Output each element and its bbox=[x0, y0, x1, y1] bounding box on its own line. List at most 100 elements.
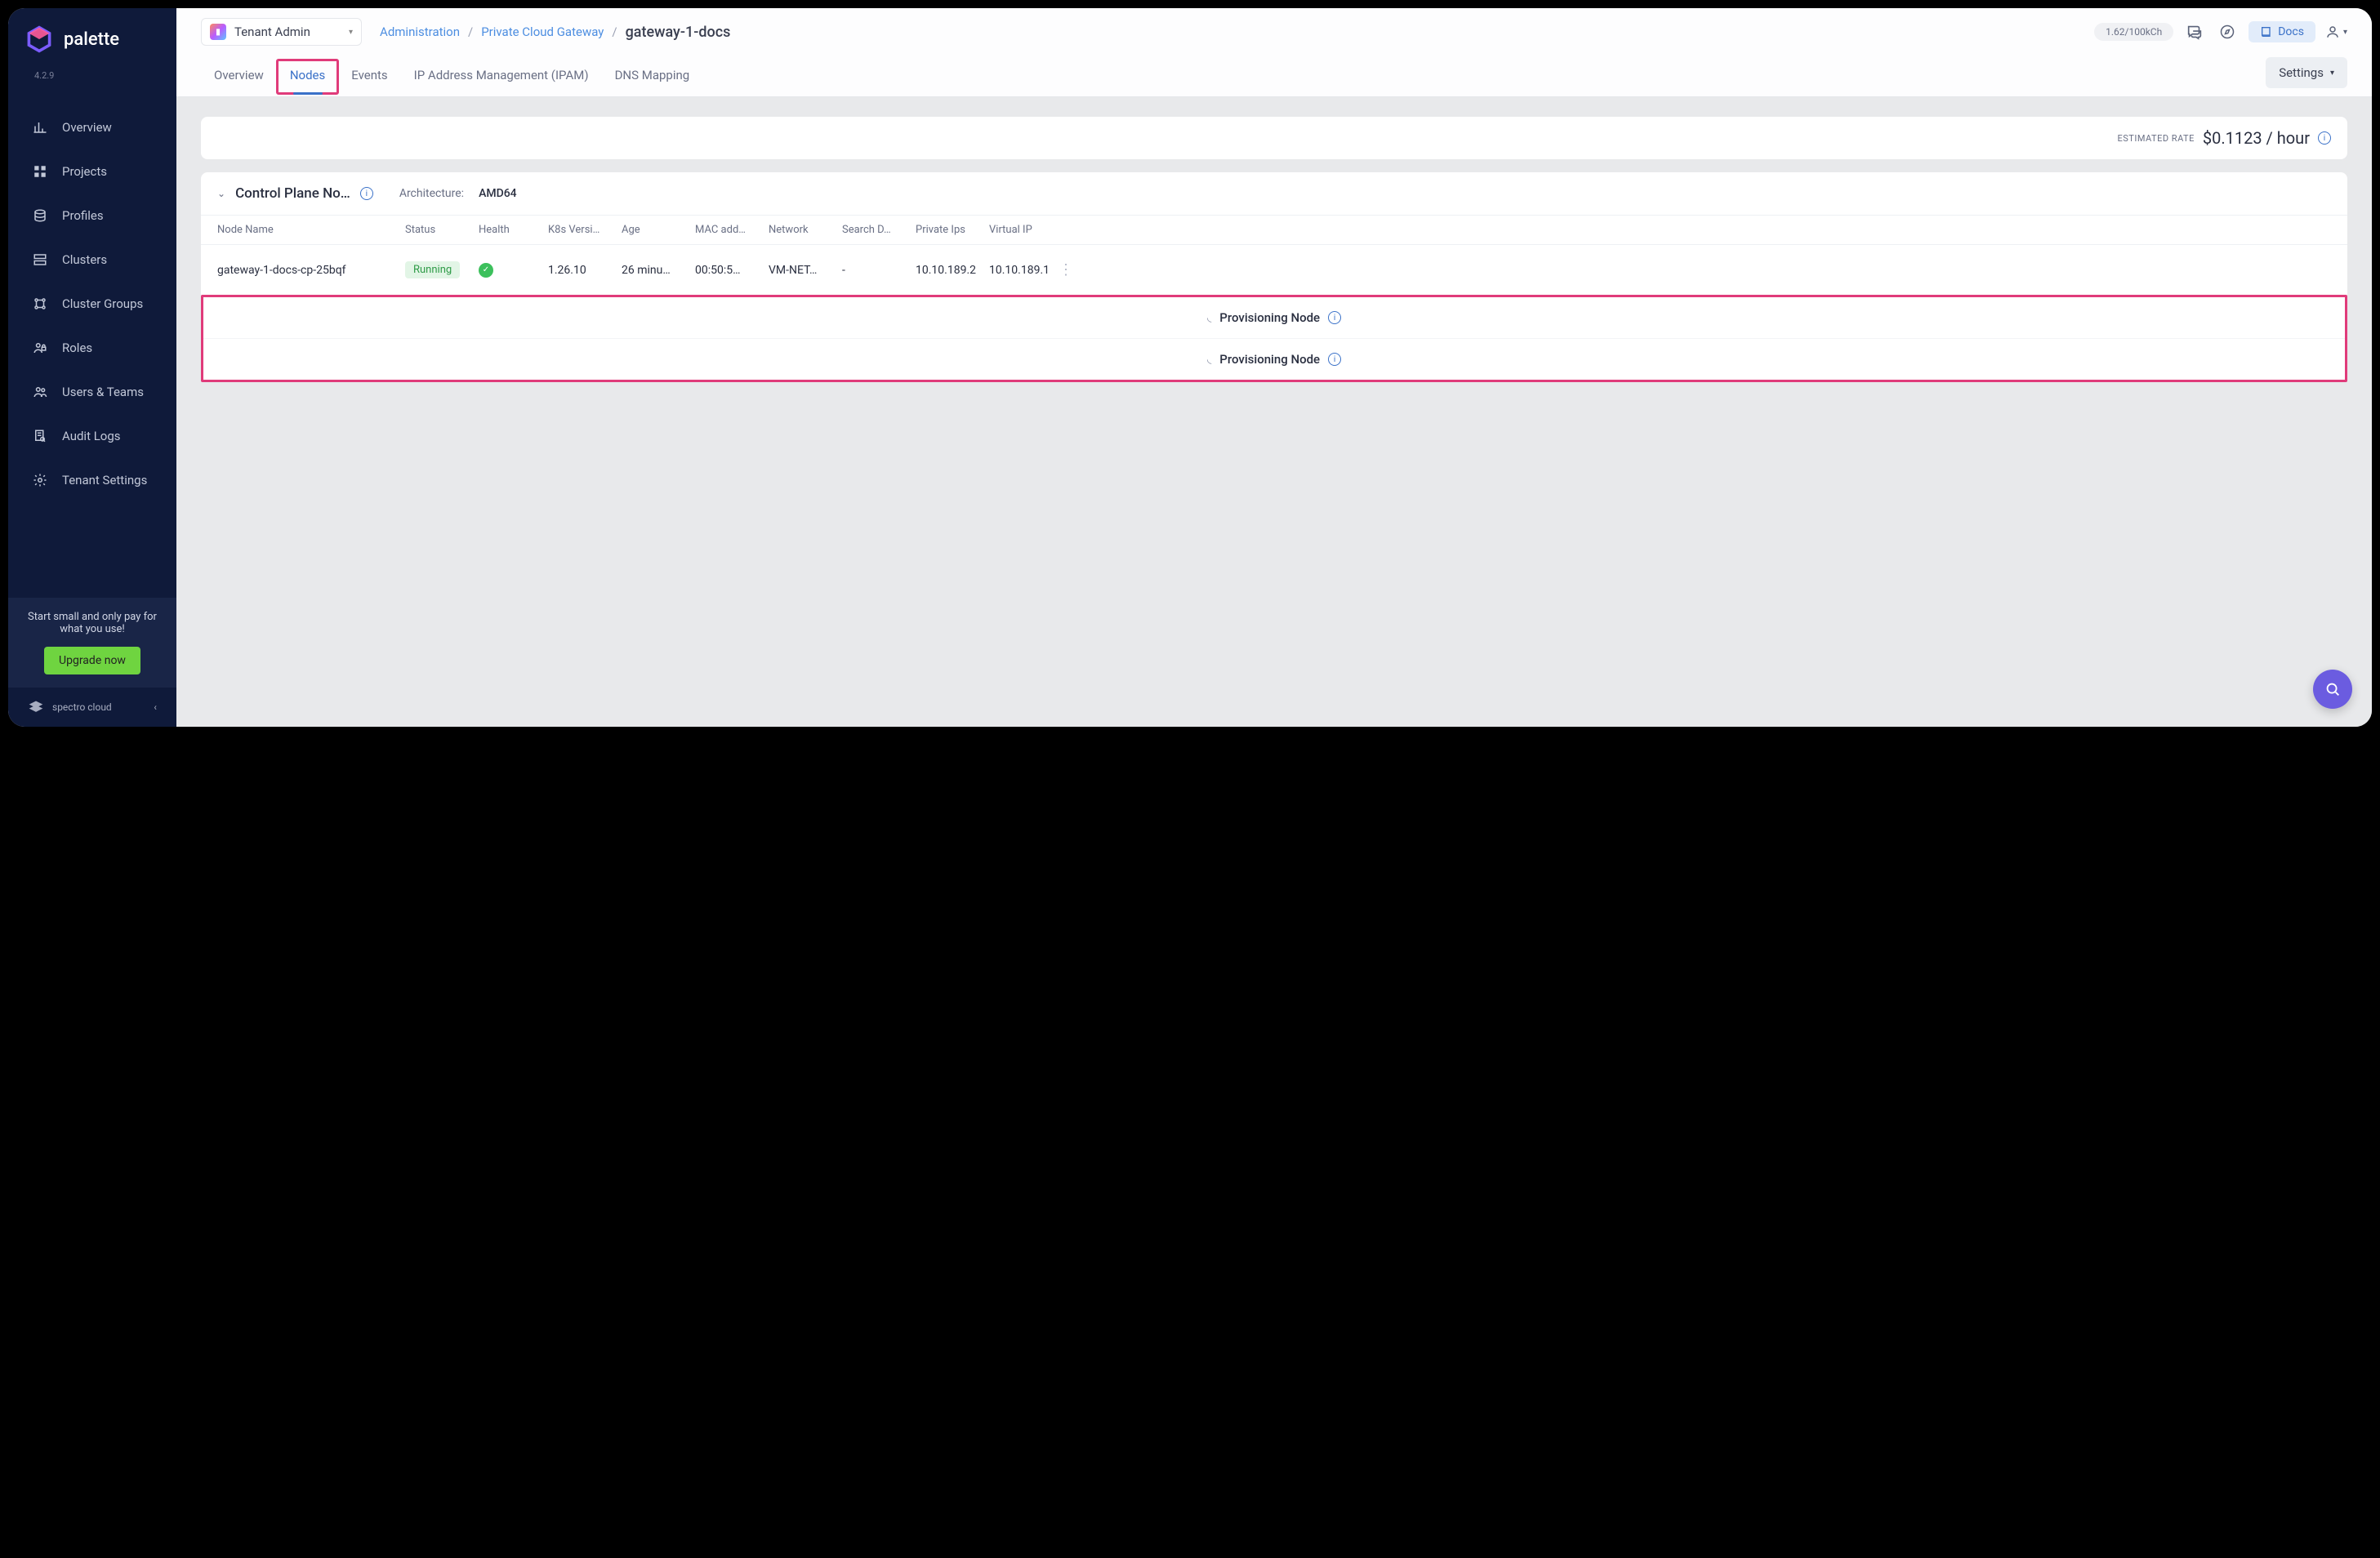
column-header: MAC add… bbox=[695, 224, 769, 236]
column-header: Network bbox=[769, 224, 842, 236]
chevron-down-icon: ▾ bbox=[349, 28, 353, 37]
tab-ipam[interactable]: IP Address Management (IPAM) bbox=[401, 60, 602, 94]
sidebar-item-profiles[interactable]: Profiles bbox=[8, 194, 176, 238]
upgrade-button[interactable]: Upgrade now bbox=[44, 647, 140, 674]
status-badge: Running bbox=[405, 261, 460, 278]
chart-icon bbox=[33, 120, 47, 135]
palette-logo-icon bbox=[25, 24, 54, 54]
spinner-icon: ◟ bbox=[1207, 353, 1211, 366]
settings-button[interactable]: Settings ▾ bbox=[2266, 57, 2347, 88]
credits-badge: 1.62/100kCh bbox=[2094, 23, 2173, 41]
brand-name: palette bbox=[64, 29, 119, 50]
row-actions-icon[interactable]: ⋮ bbox=[1059, 261, 1091, 278]
breadcrumb-link[interactable]: Private Cloud Gateway bbox=[481, 24, 604, 39]
column-header: Virtual IP bbox=[989, 224, 1059, 236]
collapse-icon[interactable]: ‹ bbox=[154, 701, 157, 713]
tabs-container: OverviewNodesEventsIP Address Management… bbox=[201, 60, 702, 94]
arch-value: AMD64 bbox=[479, 187, 517, 200]
sidebar-item-tenant-settings[interactable]: Tenant Settings bbox=[8, 458, 176, 502]
sidebar-item-label: Tenant Settings bbox=[62, 473, 147, 487]
user-menu[interactable]: ▾ bbox=[2325, 24, 2347, 39]
column-header: Search D… bbox=[842, 224, 916, 236]
search-chat-icon bbox=[2324, 680, 2342, 698]
chevron-down-icon: ▾ bbox=[2330, 69, 2334, 78]
users-icon bbox=[33, 385, 47, 399]
sidebar-item-users-teams[interactable]: Users & Teams bbox=[8, 370, 176, 414]
sidebar-item-roles[interactable]: Roles bbox=[8, 326, 176, 370]
table-row[interactable]: gateway-1-docs-cp-25bqfRunning✓1.26.1026… bbox=[201, 245, 2347, 296]
sidebar-item-label: Overview bbox=[62, 120, 112, 135]
sidebar-item-overview[interactable]: Overview bbox=[8, 105, 176, 149]
upgrade-promo: Start small and only pay for what you us… bbox=[8, 598, 176, 688]
column-header: Status bbox=[405, 224, 479, 236]
main-content: ▮ Tenant Admin ▾ Administration/Private … bbox=[176, 8, 2372, 727]
sidebar-item-label: Projects bbox=[62, 164, 107, 179]
breadcrumb-current: gateway-1-docs bbox=[626, 24, 731, 41]
spinner-icon: ◟ bbox=[1207, 311, 1211, 324]
section-title: Control Plane No… bbox=[235, 185, 350, 202]
brand-logo: palette bbox=[8, 8, 176, 70]
audit-icon bbox=[33, 429, 47, 443]
compass-icon[interactable] bbox=[2216, 20, 2239, 43]
column-header: Private Ips bbox=[916, 224, 989, 236]
help-fab[interactable] bbox=[2313, 670, 2352, 709]
book-icon bbox=[2260, 25, 2273, 38]
sidebar-item-label: Audit Logs bbox=[62, 429, 121, 443]
company-name: spectro cloud bbox=[52, 701, 112, 713]
info-icon[interactable]: i bbox=[2318, 131, 2331, 145]
scope-icon: ▮ bbox=[210, 24, 226, 40]
stack-icon bbox=[33, 208, 47, 223]
section-header[interactable]: ⌄ Control Plane No… i Architecture: AMD6… bbox=[201, 172, 2347, 215]
rate-value: $0.1123 / hour bbox=[2203, 128, 2310, 148]
scope-selector[interactable]: ▮ Tenant Admin ▾ bbox=[201, 18, 362, 46]
info-icon[interactable]: i bbox=[360, 187, 373, 200]
scope-label: Tenant Admin bbox=[234, 24, 332, 39]
column-header: Node Name bbox=[217, 224, 405, 236]
docs-button[interactable]: Docs bbox=[2249, 21, 2315, 42]
user-icon bbox=[2325, 24, 2340, 39]
provisioning-row: ◟ Provisioning Node i bbox=[203, 339, 2345, 380]
info-icon[interactable]: i bbox=[1328, 353, 1341, 366]
tab-events[interactable]: Events bbox=[338, 60, 400, 94]
tab-overview[interactable]: Overview bbox=[201, 60, 277, 94]
sidebar-item-label: Roles bbox=[62, 341, 92, 355]
sidebar-item-cluster-groups[interactable]: Cluster Groups bbox=[8, 282, 176, 326]
provisioning-label: Provisioning Node bbox=[1219, 310, 1320, 325]
sidebar-nav: Overview Projects Profiles Clusters Cluster … bbox=[8, 97, 176, 598]
sidebar-item-label: Users & Teams bbox=[62, 385, 144, 399]
provisioning-row: ◟ Provisioning Node i bbox=[203, 297, 2345, 339]
grid-icon bbox=[33, 164, 47, 179]
sidebar-item-audit-logs[interactable]: Audit Logs bbox=[8, 414, 176, 458]
provisioning-label: Provisioning Node bbox=[1219, 352, 1320, 367]
spectro-logo-icon bbox=[28, 699, 44, 715]
sidebar-item-label: Cluster Groups bbox=[62, 296, 143, 311]
provisioning-highlight: ◟ Provisioning Node i ◟ Provisioning Node i bbox=[201, 295, 2347, 382]
tab-dns[interactable]: DNS Mapping bbox=[602, 60, 703, 94]
info-icon[interactable]: i bbox=[1328, 311, 1341, 324]
sidebar: palette 4.2.9 Overview Projects Profiles Cl… bbox=[8, 8, 176, 727]
promo-text: Start small and only pay for what you us… bbox=[20, 611, 165, 635]
column-header: Age bbox=[622, 224, 695, 236]
company-footer[interactable]: spectro cloud ‹ bbox=[8, 688, 176, 727]
cluster-icon bbox=[33, 252, 47, 267]
arch-label: Architecture: bbox=[399, 187, 464, 200]
sidebar-item-clusters[interactable]: Clusters bbox=[8, 238, 176, 282]
sidebar-item-label: Clusters bbox=[62, 252, 107, 267]
topbar: ▮ Tenant Admin ▾ Administration/Private … bbox=[176, 8, 2372, 97]
tabs-row: OverviewNodesEventsIP Address Management… bbox=[201, 57, 2347, 96]
breadcrumb-link[interactable]: Administration bbox=[380, 24, 460, 39]
rate-label: ESTIMATED RATE bbox=[2118, 133, 2195, 144]
gear-icon bbox=[33, 473, 47, 487]
chevron-down-icon: ⌄ bbox=[217, 188, 225, 199]
node-name-cell: gateway-1-docs-cp-25bqf bbox=[217, 264, 405, 277]
sidebar-item-projects[interactable]: Projects bbox=[8, 149, 176, 194]
table-body: gateway-1-docs-cp-25bqfRunning✓1.26.1026… bbox=[201, 245, 2347, 296]
lock-icon bbox=[33, 341, 47, 355]
rate-card: ESTIMATED RATE $0.1123 / hour i bbox=[201, 117, 2347, 159]
chat-icon[interactable] bbox=[2183, 20, 2206, 43]
column-header: Health bbox=[479, 224, 548, 236]
nodes-table-card: ⌄ Control Plane No… i Architecture: AMD6… bbox=[201, 172, 2347, 382]
app-version: 4.2.9 bbox=[8, 70, 176, 97]
breadcrumb: Administration/Private Cloud Gateway/gat… bbox=[380, 24, 730, 41]
tab-nodes[interactable]: Nodes bbox=[277, 60, 338, 94]
